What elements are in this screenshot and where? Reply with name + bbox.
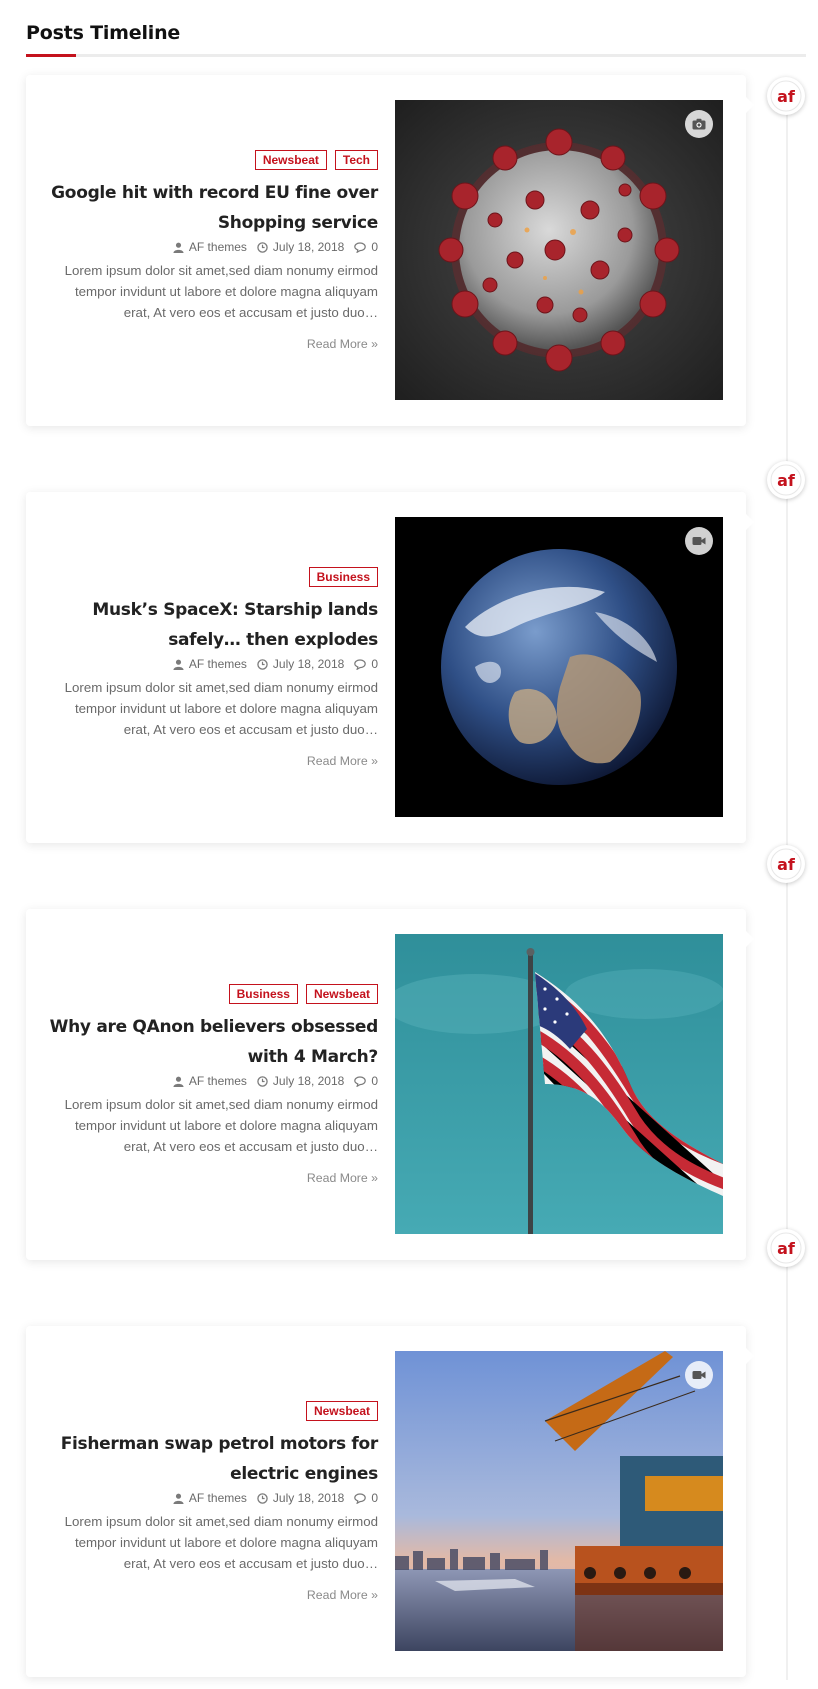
- svg-text:af: af: [777, 471, 796, 490]
- category-tag[interactable]: Newsbeat: [305, 1401, 378, 1421]
- post-content: Business Musk’s SpaceX: Starship lands s…: [48, 492, 378, 843]
- category-tag[interactable]: Newsbeat: [254, 150, 327, 170]
- video-icon: [685, 1361, 713, 1389]
- post-excerpt: Lorem ipsum dolor sit amet,sed diam nonu…: [64, 1514, 378, 1571]
- crane-ship-image: [395, 1351, 723, 1651]
- post-excerpt: Lorem ipsum dolor sit amet,sed diam nonu…: [64, 263, 378, 320]
- post-categories: Newsbeat: [305, 1401, 378, 1421]
- author-name: AF themes: [188, 1074, 247, 1088]
- post-card: Newsbeat Fisherman swap petrol motors fo…: [26, 1326, 754, 1677]
- comment-count: 0: [371, 657, 378, 671]
- user-icon: [173, 659, 184, 670]
- post-card: Business Newsbeat Why are QAnon believer…: [26, 909, 754, 1260]
- post-date: July 18, 2018: [257, 657, 344, 671]
- section-title: Posts Timeline: [26, 22, 181, 44]
- post-comments[interactable]: 0: [354, 240, 378, 254]
- camera-icon: [685, 110, 713, 138]
- post-categories: Business: [308, 567, 378, 587]
- post-card: Business Musk’s SpaceX: Starship lands s…: [26, 492, 754, 843]
- date-text: July 18, 2018: [272, 1074, 345, 1088]
- section-divider-accent: [26, 54, 76, 57]
- user-icon: [173, 1076, 184, 1087]
- timeline-avatar-icon: af: [767, 845, 805, 883]
- clock-icon: [257, 1492, 268, 1504]
- post-author[interactable]: AF themes: [173, 657, 247, 671]
- clock-icon: [257, 241, 268, 253]
- post-thumbnail[interactable]: [395, 517, 723, 817]
- post-comments[interactable]: 0: [354, 657, 378, 671]
- comment-icon: [354, 1492, 367, 1504]
- author-name: AF themes: [188, 240, 247, 254]
- comment-count: 0: [371, 240, 378, 254]
- section-header: Posts Timeline: [26, 22, 806, 62]
- read-more-link[interactable]: Read More »: [307, 754, 378, 768]
- timeline-avatar-icon: af: [767, 1229, 805, 1267]
- post-categories: Business Newsbeat: [228, 984, 378, 1004]
- video-icon: [685, 527, 713, 555]
- post-content: Newsbeat Tech Google hit with record EU …: [48, 75, 378, 426]
- post-title[interactable]: Google hit with record EU fine over Shop…: [48, 178, 378, 238]
- post-categories: Newsbeat Tech: [254, 150, 378, 170]
- user-icon: [173, 242, 184, 253]
- post-title[interactable]: Why are QAnon believers obsessed with 4 …: [48, 1012, 379, 1072]
- comment-icon: [354, 658, 367, 670]
- post-excerpt: Lorem ipsum dolor sit amet,sed diam nonu…: [64, 1097, 378, 1154]
- post-date: July 18, 2018: [257, 1074, 344, 1088]
- comment-count: 0: [371, 1074, 378, 1088]
- post-author[interactable]: AF themes: [173, 1491, 247, 1505]
- post-meta: AF themes July 18, 2018 0: [173, 1074, 378, 1088]
- svg-text:af: af: [777, 87, 796, 106]
- post-date: July 18, 2018: [257, 240, 344, 254]
- post-date: July 18, 2018: [257, 1491, 344, 1505]
- post-author[interactable]: AF themes: [173, 240, 247, 254]
- post-author[interactable]: AF themes: [173, 1074, 247, 1088]
- comment-count: 0: [371, 1491, 378, 1505]
- read-more-link[interactable]: Read More »: [307, 337, 378, 351]
- earth-image: [395, 517, 723, 817]
- clock-icon: [257, 1075, 268, 1087]
- post-content: Business Newsbeat Why are QAnon believer…: [48, 909, 378, 1260]
- post-title[interactable]: Musk’s SpaceX: Starship lands safely… th…: [48, 595, 378, 655]
- post-meta: AF themes July 18, 2018 0: [173, 1491, 378, 1505]
- post-meta: AF themes July 18, 2018 0: [173, 657, 378, 671]
- section-divider: [26, 54, 806, 57]
- post-thumbnail[interactable]: [395, 1351, 723, 1651]
- us-flag-image: [395, 934, 723, 1234]
- category-tag[interactable]: Business: [308, 567, 378, 587]
- post-thumbnail[interactable]: [395, 100, 723, 400]
- timeline-line: [786, 100, 788, 1680]
- post-card: Newsbeat Tech Google hit with record EU …: [26, 75, 754, 426]
- post-meta: AF themes July 18, 2018 0: [173, 240, 378, 254]
- timeline-avatar-icon: af: [767, 461, 805, 499]
- author-name: AF themes: [188, 657, 247, 671]
- date-text: July 18, 2018: [272, 1491, 345, 1505]
- clock-icon: [257, 658, 268, 670]
- post-title[interactable]: Fisherman swap petrol motors for electri…: [48, 1429, 379, 1489]
- comment-icon: [354, 1075, 367, 1087]
- author-name: AF themes: [188, 1491, 247, 1505]
- post-comments[interactable]: 0: [354, 1491, 378, 1505]
- svg-text:af: af: [777, 1239, 796, 1258]
- coronavirus-image: [395, 100, 723, 400]
- read-more-link[interactable]: Read More »: [307, 1588, 378, 1602]
- timeline-avatar-icon: af: [767, 77, 805, 115]
- category-tag[interactable]: Newsbeat: [305, 984, 378, 1004]
- post-thumbnail[interactable]: [395, 934, 723, 1234]
- date-text: July 18, 2018: [272, 240, 345, 254]
- read-more-link[interactable]: Read More »: [307, 1171, 378, 1185]
- date-text: July 18, 2018: [272, 657, 345, 671]
- svg-text:af: af: [777, 855, 796, 874]
- post-content: Newsbeat Fisherman swap petrol motors fo…: [48, 1326, 378, 1677]
- category-tag[interactable]: Tech: [334, 150, 378, 170]
- comment-icon: [354, 241, 367, 253]
- post-comments[interactable]: 0: [354, 1074, 378, 1088]
- category-tag[interactable]: Business: [228, 984, 298, 1004]
- post-excerpt: Lorem ipsum dolor sit amet,sed diam nonu…: [64, 680, 378, 737]
- user-icon: [173, 1493, 184, 1504]
